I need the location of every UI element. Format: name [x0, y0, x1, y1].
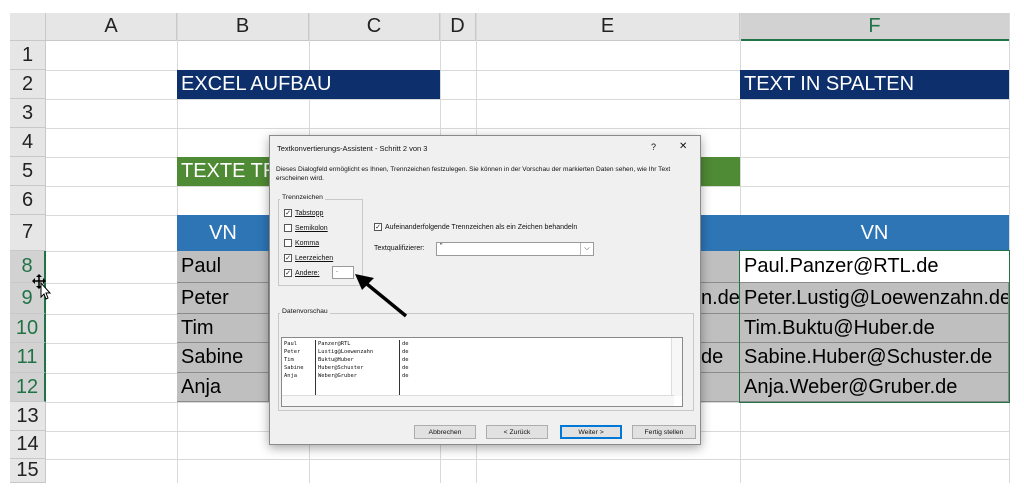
- preview-row: de: [402, 341, 409, 347]
- cell-e9[interactable]: n.de: [701, 283, 740, 314]
- other-delimiter-input[interactable]: .: [332, 266, 354, 279]
- back-button[interactable]: < Zurück: [486, 425, 548, 439]
- pointer-arrow-icon: [355, 274, 408, 318]
- checkbox-semikolon[interactable]: Semikolon: [284, 224, 328, 232]
- preview-row: Peter: [284, 349, 301, 355]
- row-header-2[interactable]: 2: [10, 70, 46, 99]
- cell-e7-fill[interactable]: [701, 215, 740, 251]
- checkbox-empty-icon: [284, 224, 292, 232]
- checkbox-leerzeichen[interactable]: ✓ Leerzeichen: [284, 254, 333, 262]
- cell-e10[interactable]: [701, 314, 740, 343]
- cell-b8[interactable]: Paul: [177, 251, 269, 283]
- cell-b9[interactable]: Peter: [177, 283, 269, 314]
- check-icon: ✓: [284, 209, 292, 217]
- col-header-b[interactable]: B: [177, 13, 309, 41]
- row-header-13[interactable]: 13: [10, 402, 46, 431]
- col-header-c[interactable]: C: [309, 13, 440, 41]
- text-import-wizard-dialog: Textkonvertierungs-Assistent - Schritt 2…: [269, 135, 701, 445]
- vertical-scrollbar[interactable]: [671, 338, 682, 396]
- cell-b10[interactable]: Tim: [177, 314, 269, 343]
- checkbox-consecutive-delimiters[interactable]: ✓ Aufeinanderfolgende Trennzeichen als ei…: [374, 223, 577, 231]
- cell-e12[interactable]: [701, 373, 740, 402]
- dialog-description: Dieses Dialogfeld ermöglicht es Ihnen, T…: [276, 166, 671, 182]
- cell-f7-vn[interactable]: VN: [740, 215, 1009, 251]
- row-header-4[interactable]: 4: [10, 128, 46, 157]
- row-header-1[interactable]: 1: [10, 41, 46, 70]
- cell-f9[interactable]: Peter.Lustig@Loewenzahn.de: [740, 283, 1009, 314]
- row-header-3[interactable]: 3: [10, 99, 46, 128]
- text-qualifier-label: Textqualifizierer:: [374, 245, 425, 252]
- row-header-14[interactable]: 14: [10, 431, 46, 459]
- check-icon: ✓: [284, 269, 292, 277]
- cell-f10[interactable]: Tim.Buktu@Huber.de: [740, 314, 1009, 343]
- cell-f12[interactable]: Anja.Weber@Gruber.de: [740, 373, 1009, 402]
- cell-f11[interactable]: Sabine.Huber@Schuster.de: [740, 343, 1009, 373]
- check-icon: ✓: [374, 223, 382, 231]
- col-header-e[interactable]: E: [476, 13, 740, 41]
- preview-row: Buktu@Huber: [318, 357, 354, 363]
- cell-e11[interactable]: de: [701, 343, 740, 373]
- checkbox-tabstopp[interactable]: ✓ Tabstopp: [284, 209, 323, 217]
- cancel-button[interactable]: Abbrechen: [414, 425, 476, 439]
- preview-row: de: [402, 357, 409, 363]
- select-all-corner[interactable]: [10, 13, 46, 41]
- row-header-15[interactable]: 15: [10, 459, 46, 483]
- row-header-10[interactable]: 10: [10, 314, 46, 343]
- cell-b11[interactable]: Sabine: [177, 343, 269, 373]
- horizontal-scrollbar[interactable]: [282, 395, 674, 406]
- cell-e8[interactable]: [701, 251, 740, 283]
- preview-row: de: [402, 349, 409, 355]
- preview-row: Weber@Gruber: [318, 373, 357, 379]
- cell-b12[interactable]: Anja: [177, 373, 269, 402]
- preview-row: de: [402, 373, 409, 379]
- row-header-11[interactable]: 11: [10, 343, 46, 373]
- col-header-f[interactable]: F: [740, 13, 1010, 41]
- cell-e5-fill[interactable]: [701, 157, 740, 186]
- preview-row: Sabine: [284, 365, 304, 371]
- cell-b5-texte[interactable]: TEXTE TR: [177, 157, 269, 186]
- dialog-title: Textkonvertierungs-Assistent - Schritt 2…: [277, 144, 428, 153]
- preview-row: Panzer@RTL: [318, 341, 351, 347]
- data-preview-label: Datenvorschau: [280, 308, 330, 315]
- chevron-down-icon[interactable]: ⌵: [580, 243, 593, 255]
- checkbox-empty-icon: [284, 239, 292, 247]
- col-header-d[interactable]: D: [440, 13, 476, 41]
- move-cursor-icon: [32, 274, 52, 300]
- checkbox-andere[interactable]: ✓ Andere:: [284, 269, 320, 277]
- help-button[interactable]: ?: [651, 142, 656, 152]
- close-icon[interactable]: ✕: [679, 141, 687, 152]
- row-header-6[interactable]: 6: [10, 186, 46, 215]
- delimiters-group-label: Trennzeichen: [280, 194, 325, 201]
- check-icon: ✓: [284, 254, 292, 262]
- preview-row: Lustig@Loewenzahn: [318, 349, 374, 355]
- finish-button[interactable]: Fertig stellen: [632, 425, 696, 439]
- checkbox-komma[interactable]: Komma: [284, 239, 319, 247]
- data-preview-pane[interactable]: Paul Panzer@RTL de Peter Lustig@Loewenza…: [281, 337, 683, 407]
- row-header-12[interactable]: 12: [10, 373, 46, 402]
- row-header-7[interactable]: 7: [10, 215, 46, 251]
- next-button[interactable]: Weiter >: [560, 425, 622, 439]
- col-header-a[interactable]: A: [46, 13, 177, 41]
- preview-row: Anja: [284, 373, 297, 379]
- preview-row: Tim: [284, 357, 294, 363]
- preview-row: de: [402, 365, 409, 371]
- cell-b2-excel-aufbau[interactable]: EXCEL AUFBAU: [177, 70, 440, 99]
- text-qualifier-select[interactable]: " ⌵: [436, 242, 594, 256]
- cell-f8[interactable]: Paul.Panzer@RTL.de: [740, 251, 1009, 283]
- row-header-5[interactable]: 5: [10, 157, 46, 186]
- preview-row: Huber@Schuster: [318, 365, 364, 371]
- cell-b7-vn[interactable]: VN: [177, 215, 269, 251]
- cell-f2-text-in-spalten[interactable]: TEXT IN SPALTEN: [740, 70, 1009, 99]
- preview-row: Paul: [284, 341, 297, 347]
